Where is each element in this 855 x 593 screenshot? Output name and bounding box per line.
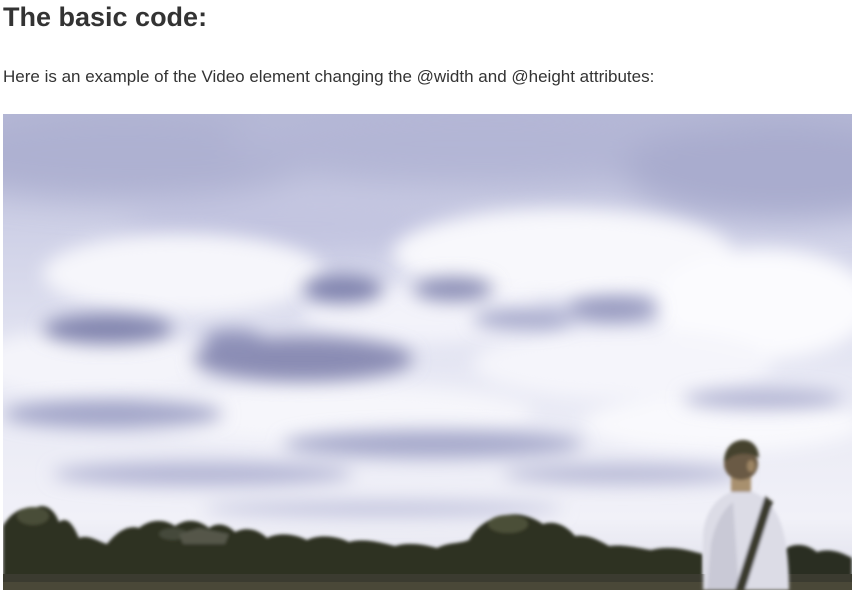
section-description: Here is an example of the Video element … bbox=[3, 67, 655, 86]
video-player[interactable] bbox=[3, 114, 852, 590]
video-frame bbox=[3, 114, 852, 590]
section-heading: The basic code: bbox=[3, 2, 208, 32]
